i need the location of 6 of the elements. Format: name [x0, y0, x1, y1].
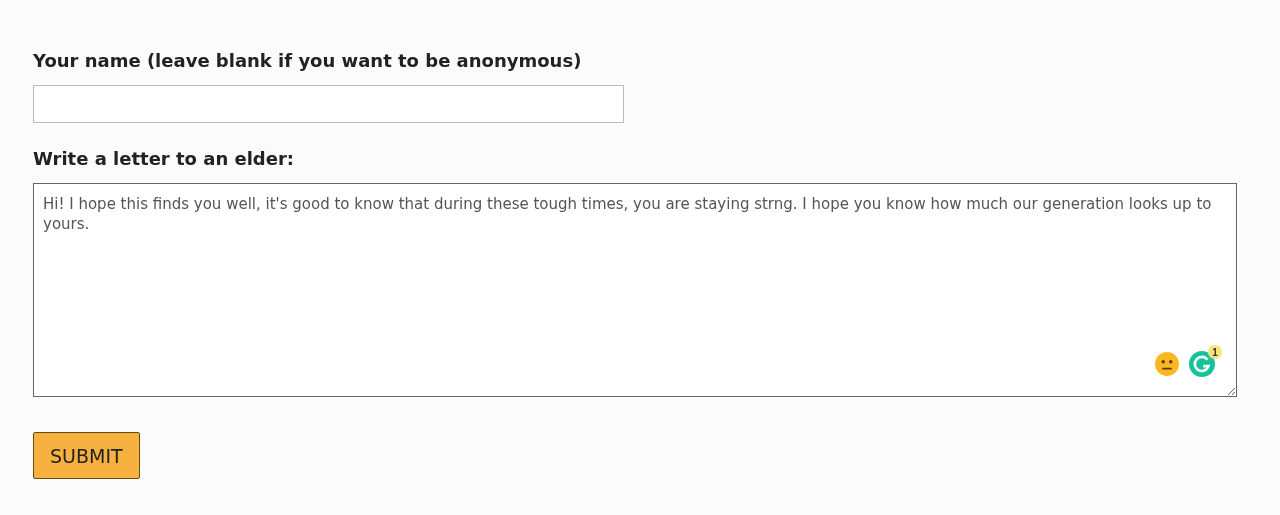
name-input[interactable] [33, 85, 624, 123]
field-label: Write a letter to an elder: [33, 148, 295, 169]
neutral-face-icon[interactable] [1154, 351, 1180, 377]
field-label: Your name (leave blank if you want to be anonymous) [33, 50, 582, 71]
submit-button[interactable]: SUBMIT [33, 432, 140, 479]
grammar-checker-icon[interactable] [1189, 351, 1215, 377]
